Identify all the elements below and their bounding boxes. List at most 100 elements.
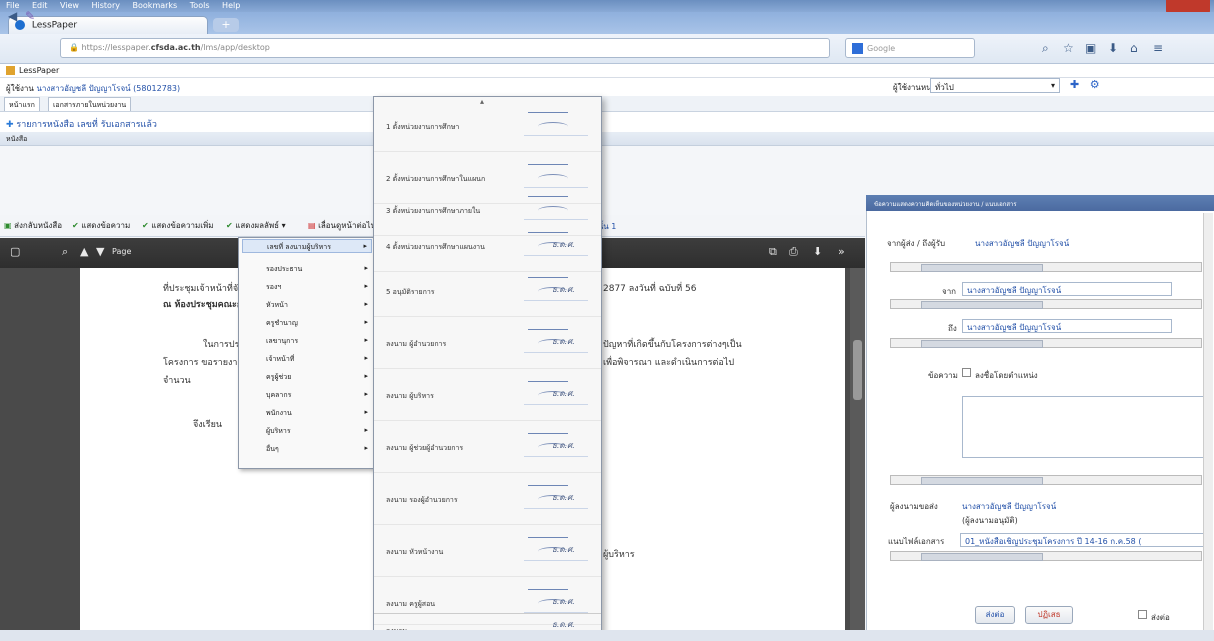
add-icon[interactable]: ✚ [1070, 78, 1079, 91]
horizontal-scrollbar[interactable] [890, 262, 1202, 272]
signature-image [524, 192, 588, 220]
attach-label: แนบไฟล์เอกสาร [888, 537, 945, 546]
home-icon[interactable]: ⌂ [1130, 41, 1138, 55]
signer-menu-label: หัวหน้า [266, 301, 288, 309]
forward-button[interactable]: ส่งต่อ [975, 606, 1015, 624]
signature-menu-item[interactable]: ลงนาม ผู้อำนวยการ ธ.ด.ศ. [374, 317, 601, 369]
horizontal-scrollbar[interactable] [890, 551, 1202, 561]
user-label: ผู้ใช้งาน [6, 84, 34, 93]
signature-menu-item[interactable]: ลงนาม ผู้ช่วยผู้อำนวยการ ธ.ด.ศ. [374, 421, 601, 473]
doc-text-8: ปัญหาที่เกิดขึ้นกับโครงการต่างๆเป็น [603, 340, 742, 350]
note-checkbox[interactable] [962, 368, 971, 377]
app-tabs [0, 96, 1214, 112]
signer-menu-item[interactable]: ครูชำนาญ ▸ [242, 316, 372, 330]
tools-icon[interactable]: ✎ [25, 9, 35, 23]
approver-sub: (ผู้ลงนามอนุมัติ) [962, 516, 1018, 525]
received-row: ✚ รายการหนังสือ เลขที่ รับเอกสารแล้ว [0, 112, 1214, 132]
chevron-right-icon: ▸ [364, 264, 368, 272]
to-label: ถึง [948, 324, 957, 333]
horizontal-scrollbar[interactable] [890, 299, 1202, 309]
comment-panel-header: ข้อความแสดงความคิดเห็นของหน่วยงาน / แนบเ… [866, 195, 1214, 211]
new-tab-button[interactable]: + [213, 18, 239, 32]
tools-icon[interactable]: » [838, 245, 845, 258]
return-book-button[interactable]: ▣ ส่งกลับหนังสือ [4, 219, 62, 232]
show-more-button[interactable]: ✔ แสดงข้อความเพิ่ม [142, 219, 214, 232]
pdf-scrollbar[interactable] [850, 268, 865, 641]
menu-view[interactable]: View [60, 1, 79, 10]
show-result-label: แสดงผลลัพธ์ [235, 221, 280, 230]
panel-scrollbar[interactable] [1203, 213, 1213, 641]
from-field[interactable]: นางสาวอัญชลี ปัญญาโรจน์ [962, 282, 1172, 296]
approver-value[interactable]: นางสาวอัญชลี ปัญญาโรจน์ [962, 500, 1056, 513]
forward-checkbox[interactable] [1138, 610, 1147, 619]
show-message-button[interactable]: ✔ แสดงข้อความ [72, 219, 130, 232]
signer-menu-item[interactable]: หัวหน้า ▸ [242, 298, 372, 312]
signer-menu-item[interactable]: รองฯ ▸ [242, 280, 372, 294]
chevron-right-icon: ▸ [364, 372, 368, 380]
horizontal-scrollbar[interactable] [890, 475, 1202, 485]
search-icon[interactable]: ⌕ [1042, 41, 1049, 56]
download-icon[interactable]: ⬇ [813, 245, 822, 258]
signer-menu-item[interactable]: เลขานุการ ▸ [242, 334, 372, 348]
menu-help[interactable]: Help [222, 1, 240, 10]
signer-menu-item[interactable]: เจ้าหน้าที่ ▸ [242, 352, 372, 366]
attach-field[interactable]: 01_หนังสือเชิญประชุมโครงการ ปี 14-16 ก.ค… [960, 533, 1204, 547]
tab-internal-docs-label: เอกสารภายในหน่วยงาน [53, 101, 127, 109]
comment-textarea[interactable] [962, 396, 1206, 458]
signer-menu-item[interactable]: พนักงาน ▸ [242, 406, 372, 420]
next-page-button[interactable]: ▤ เลื่อนดูหน้าต่อไป [308, 219, 376, 232]
download-icon[interactable]: ⬇ [1108, 41, 1118, 55]
check-icon: ✔ [72, 221, 79, 230]
signature-menu-item[interactable]: ลงนาม รองผู้อำนวยการ ธ.ด.ศ. [374, 473, 601, 525]
signer-menu-item[interactable]: บุคลากร ▸ [242, 388, 372, 402]
return-icon: ▣ [4, 221, 12, 230]
horizontal-scrollbar[interactable] [890, 338, 1202, 348]
menu-bookmarks[interactable]: Bookmarks [133, 1, 178, 10]
signature-label: 3 ตั้งหน่วยงานการศึกษาภายใน [386, 207, 481, 215]
pdf-scroll-thumb[interactable] [853, 340, 862, 400]
signer-menu-label: รองประธาน [266, 265, 303, 273]
signature-label: ลงนาม ผู้บริหาร [386, 392, 434, 400]
next-page-icon[interactable]: ▼ [96, 245, 104, 258]
back-icon[interactable]: ◀ [8, 9, 17, 23]
find-icon[interactable]: ⌕ [62, 245, 68, 259]
chevron-down-icon: ▾ [1050, 81, 1055, 90]
presentation-icon[interactable]: ⧉ [769, 245, 777, 259]
signature-menu-item[interactable]: ลงนาม หัวหน้างาน ธ.ด.ศ. [374, 525, 601, 577]
settings-icon[interactable]: ⚙ [1090, 78, 1100, 91]
star-icon[interactable]: ☆ [1063, 41, 1074, 55]
clipboard-icon[interactable]: ▣ [1085, 41, 1096, 55]
tab-internal-docs[interactable]: เอกสารภายในหน่วยงาน [48, 97, 132, 111]
signer-menu-label: พนักงาน [266, 409, 292, 417]
show-result-button[interactable]: ✔ แสดงผลลัพธ์ ▾ [226, 219, 286, 232]
signature-label: 5 อนุมัติรายการ [386, 288, 435, 296]
signature-menu-item[interactable]: 5 อนุมัติรายการ ธ.ด.ศ. [374, 265, 601, 317]
menu-tools[interactable]: Tools [190, 1, 210, 10]
signer-menu-label: เลขานุการ [266, 337, 299, 345]
user-name-link[interactable]: นางสาวอัญชลี ปัญญาโรจน์ (58012783) [36, 84, 180, 93]
document-icon: ▤ [308, 221, 316, 230]
sidebar-toggle-icon[interactable]: ▢ [10, 245, 20, 258]
signer-menu-item[interactable]: เลขที่ ลงนามผู้บริหาร ▸ [242, 239, 372, 253]
url-bar[interactable]: 🔒 https://lesspaper.cfsda.ac.th/lms/app/… [60, 38, 830, 58]
to-field[interactable]: นางสาวอัญชลี ปัญญาโรจน์ [962, 319, 1172, 333]
reject-button[interactable]: ปฏิเสธ [1025, 606, 1073, 624]
browser-tab[interactable]: LessPaper [8, 16, 208, 34]
show-message-label: แสดงข้อความ [81, 221, 131, 230]
signer-menu-item[interactable]: ผู้บริหาร ▸ [242, 424, 372, 438]
signature-menu-item[interactable]: ลงนาม ผู้บริหาร ธ.ด.ศ. [374, 369, 601, 421]
menu-icon[interactable]: ≡ [1153, 41, 1163, 55]
chevron-right-icon: ▸ [364, 426, 368, 434]
signer-menu-item[interactable]: อื่นๆ ▸ [242, 442, 372, 456]
sender-link[interactable]: นางสาวอัญชลี ปัญญาโรจน์ [975, 237, 1069, 250]
search-bar[interactable]: Google [845, 38, 975, 58]
unit-select[interactable]: ทั่วไป ▾ [930, 78, 1060, 93]
tab-home[interactable]: หน้าแรก [4, 97, 40, 111]
previous-page-icon[interactable]: ▲ [80, 245, 88, 258]
menu-history[interactable]: History [92, 1, 120, 10]
signer-menu-item[interactable]: ครูผู้ช่วย ▸ [242, 370, 372, 384]
print-icon[interactable]: ⎙ [789, 245, 798, 259]
signer-menu-item[interactable]: รองประธาน ▸ [242, 262, 372, 276]
signature-menu-item[interactable]: 1 ตั้งหน่วยงานการศึกษา [374, 100, 601, 152]
add-circle-icon[interactable]: ✚ [6, 120, 14, 130]
